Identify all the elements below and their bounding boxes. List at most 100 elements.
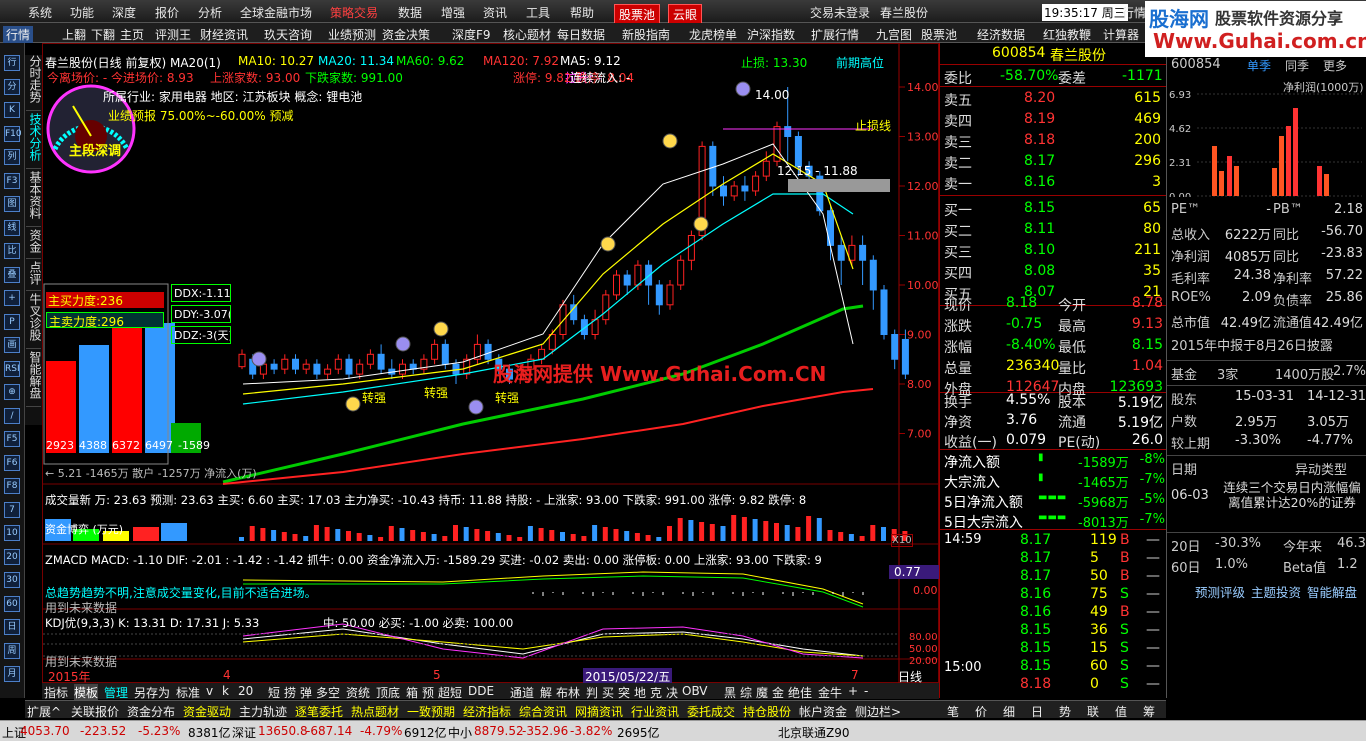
left-icon-16[interactable]: F5 bbox=[4, 431, 20, 447]
left-icon-22[interactable]: 30 bbox=[4, 572, 20, 588]
left-icon-18[interactable]: F8 bbox=[4, 478, 20, 494]
toolbar-3[interactable]: 主页 bbox=[120, 26, 144, 43]
menu-item-11[interactable]: 帮助 bbox=[570, 4, 594, 21]
quote-tab-1[interactable]: 价 bbox=[975, 703, 987, 720]
left-icon-11[interactable]: P bbox=[4, 313, 20, 330]
quote-tab-6[interactable]: 值 bbox=[1115, 703, 1127, 720]
indicator-tab-24[interactable]: 地 bbox=[634, 684, 646, 701]
indicator-tab-35[interactable]: - bbox=[864, 684, 868, 698]
indicator-tab-32[interactable]: 绝佳 bbox=[788, 684, 812, 701]
indicator-tab-25[interactable]: 克 bbox=[650, 684, 662, 701]
extension-tab-10[interactable]: 网摘资讯 bbox=[575, 703, 623, 720]
left-icon-7[interactable]: 线 bbox=[4, 219, 20, 236]
left-icon-10[interactable]: + bbox=[4, 290, 20, 306]
indicator-tab-11[interactable]: 多空 bbox=[316, 684, 340, 701]
menu-item-13[interactable]: 云眼 bbox=[668, 4, 703, 25]
indicator-tab-4[interactable]: 标准 bbox=[176, 684, 200, 701]
extension-tab-13[interactable]: 持仓股份 bbox=[743, 703, 791, 720]
extension-tab-0[interactable]: 扩展^ bbox=[27, 703, 61, 720]
left-icon-19[interactable]: 7 bbox=[4, 501, 20, 518]
extension-tab-12[interactable]: 委托成交 bbox=[687, 703, 735, 720]
indicator-tab-33[interactable]: 金牛 bbox=[818, 684, 842, 701]
menu-item-0[interactable]: 系统 bbox=[28, 4, 52, 21]
quote-tab-4[interactable]: 势 bbox=[1059, 703, 1071, 720]
menu-item-4[interactable]: 分析 bbox=[198, 4, 222, 21]
indicator-tab-23[interactable]: 突 bbox=[618, 684, 630, 701]
indicator-tab-28[interactable]: 黑 bbox=[724, 684, 736, 701]
left-icon-12[interactable]: 画 bbox=[4, 337, 20, 353]
toolbar-5[interactable]: 财经资讯 bbox=[200, 26, 248, 43]
left-icon-14[interactable]: ⊕ bbox=[4, 384, 20, 400]
extension-tab-9[interactable]: 综合资讯 bbox=[519, 703, 567, 720]
indicator-tab-15[interactable]: 预 bbox=[422, 684, 434, 701]
extension-tab-4[interactable]: 主力轨迹 bbox=[239, 703, 287, 720]
indicator-tab-17[interactable]: DDE bbox=[468, 684, 494, 698]
indicator-tab-2[interactable]: 管理 bbox=[104, 684, 128, 701]
indicator-tab-30[interactable]: 魔 bbox=[756, 684, 768, 701]
extension-tab-14[interactable]: 帐户资金 bbox=[799, 703, 847, 720]
indicator-tab-7[interactable]: 20 bbox=[238, 684, 253, 698]
toolbar-18[interactable]: 经济数据 bbox=[977, 26, 1025, 43]
toolbar-4[interactable]: 评测王 bbox=[155, 26, 191, 43]
menu-item-2[interactable]: 深度 bbox=[112, 4, 136, 21]
indicator-tab-16[interactable]: 超短 bbox=[438, 684, 462, 701]
left-icon-24[interactable]: 日 bbox=[4, 619, 20, 635]
indicator-tab-5[interactable]: v bbox=[206, 684, 213, 698]
left-icon-0[interactable]: 行 bbox=[4, 55, 20, 71]
extension-tab-2[interactable]: 资金分布 bbox=[127, 703, 175, 720]
menu-item-10[interactable]: 工具 bbox=[526, 4, 550, 21]
left-icon-2[interactable]: K bbox=[4, 102, 20, 118]
indicator-tab-19[interactable]: 解 bbox=[540, 684, 552, 701]
left-icon-20[interactable]: 10 bbox=[4, 525, 20, 541]
extension-tab-7[interactable]: 一致预期 bbox=[407, 703, 455, 720]
indicator-tab-18[interactable]: 通道 bbox=[510, 684, 534, 701]
menu-item-9[interactable]: 资讯 bbox=[483, 4, 507, 21]
vtab-5[interactable]: 牛叉诊股 bbox=[26, 293, 42, 349]
toolbar-7[interactable]: 业绩预测 bbox=[328, 26, 376, 43]
toolbar-19[interactable]: 红独教鞭 bbox=[1043, 26, 1091, 43]
left-icon-17[interactable]: F6 bbox=[4, 454, 20, 471]
quote-tab-2[interactable]: 细 bbox=[1003, 703, 1015, 720]
toolbar-1[interactable]: 上翻 bbox=[62, 26, 86, 43]
left-icon-1[interactable]: 分 bbox=[4, 78, 20, 95]
vtab-0[interactable]: 分时走势 bbox=[26, 55, 42, 111]
indicator-tab-29[interactable]: 综 bbox=[740, 684, 752, 701]
indicator-tab-26[interactable]: 决 bbox=[666, 684, 678, 701]
quote-tab-3[interactable]: 日 bbox=[1031, 703, 1043, 720]
menu-item-12[interactable]: 股票池 bbox=[614, 4, 661, 25]
toolbar-10[interactable]: 核心题材 bbox=[503, 26, 551, 43]
quote-tab-7[interactable]: 筹 bbox=[1143, 703, 1155, 720]
kline-chart-panel[interactable]: 14.00 13.00 12.00 11.00 10.00 9.00 8.00 7.00 春兰… bbox=[42, 43, 941, 685]
menu-item-1[interactable]: 功能 bbox=[70, 4, 94, 21]
fin-link-2[interactable]: 智能解盘 bbox=[1307, 582, 1357, 601]
toolbar-15[interactable]: 扩展行情 bbox=[811, 26, 859, 43]
indicator-tab-20[interactable]: 布林 bbox=[556, 684, 580, 701]
toolbar-2[interactable]: 下翻 bbox=[91, 26, 115, 43]
vtab-1[interactable]: 技术分析 bbox=[26, 113, 42, 169]
menu-item-5[interactable]: 全球金融市场 bbox=[240, 4, 312, 21]
toolbar-8[interactable]: 资金决策 bbox=[382, 26, 430, 43]
vtab-6[interactable]: 智能解盘 bbox=[26, 351, 42, 407]
indicator-tab-8[interactable]: 短 bbox=[268, 684, 280, 701]
left-icon-4[interactable]: 列 bbox=[4, 149, 20, 165]
indicator-tab-22[interactable]: 买 bbox=[602, 684, 614, 701]
toolbar-16[interactable]: 九宫图 bbox=[876, 26, 912, 43]
menu-item-3[interactable]: 报价 bbox=[155, 4, 179, 21]
left-icon-9[interactable]: 叠 bbox=[4, 266, 20, 283]
extension-tab-15[interactable]: 侧边栏> bbox=[855, 703, 901, 720]
left-icon-8[interactable]: 比 bbox=[4, 243, 20, 259]
toolbar-12[interactable]: 新股指南 bbox=[622, 26, 670, 43]
fin-link-1[interactable]: 主题投资 bbox=[1251, 582, 1301, 601]
indicator-tab-0[interactable]: 指标 bbox=[44, 684, 68, 701]
indicator-tab-6[interactable]: k bbox=[222, 684, 229, 698]
quote-tab-0[interactable]: 笔 bbox=[947, 703, 959, 720]
menu-item-14[interactable]: 交易未登录 bbox=[810, 4, 870, 21]
indicator-tab-9[interactable]: 捞 bbox=[284, 684, 296, 701]
extension-tab-3[interactable]: 资金驱动 bbox=[183, 703, 231, 720]
indicator-tab-31[interactable]: 金 bbox=[772, 684, 784, 701]
menu-item-6[interactable]: 策略交易 bbox=[330, 4, 378, 21]
menu-item-15[interactable]: 春兰股份 bbox=[880, 4, 928, 21]
vtab-3[interactable]: 资金 bbox=[26, 229, 42, 259]
fin-link-0[interactable]: 预测评级 bbox=[1195, 582, 1245, 601]
left-icon-25[interactable]: 周 bbox=[4, 642, 20, 659]
